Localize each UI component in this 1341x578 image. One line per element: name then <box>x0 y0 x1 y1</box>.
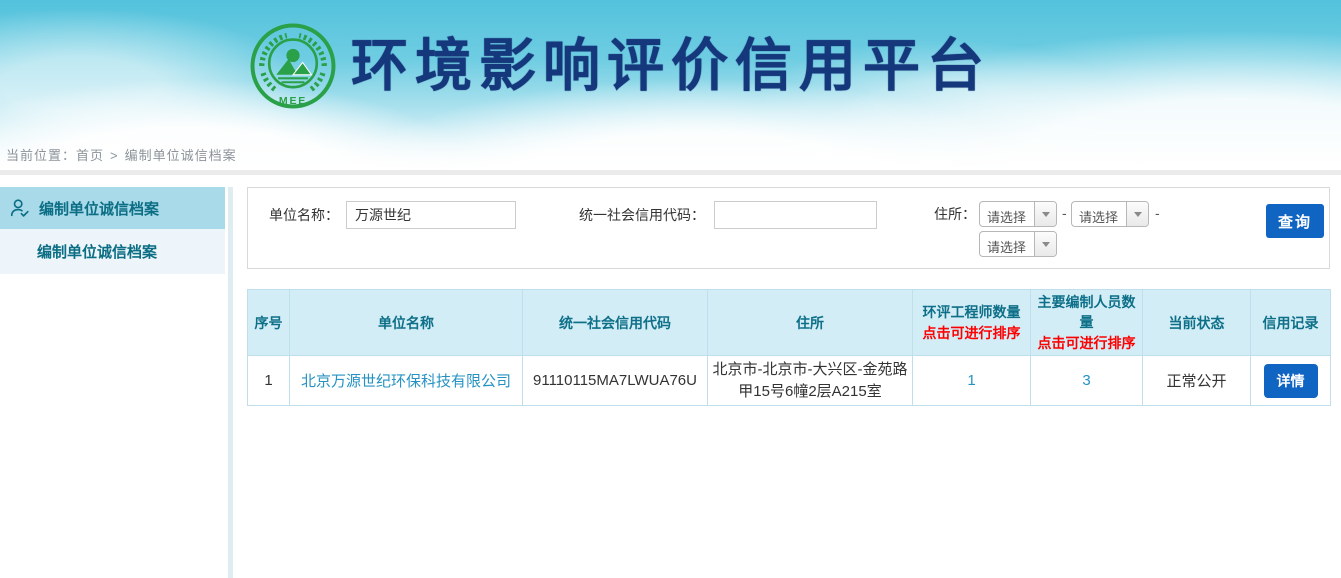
user-check-icon <box>9 197 31 219</box>
company-link[interactable]: 北京万源世纪环保科技有限公司 <box>301 373 511 390</box>
cell-index: 1 <box>248 356 290 406</box>
sidebar-subitem-archive[interactable]: 编制单位诚信档案 <box>0 229 225 274</box>
breadcrumb-label: 当前位置： <box>6 148 76 163</box>
content: 编制单位诚信档案 编制单位诚信档案 单位名称： 统一社会信用代码： 住所： 请选… <box>0 175 1341 578</box>
engineer-count-link[interactable]: 1 <box>967 372 975 389</box>
province-select[interactable]: 请选择 <box>979 201 1057 227</box>
cell-engineer-count: 1 <box>913 356 1031 406</box>
staff-count-link[interactable]: 3 <box>1082 372 1090 389</box>
breadcrumb: 当前位置：首页 > 编制单位诚信档案 <box>6 145 237 164</box>
district-select[interactable]: 请选择 <box>979 231 1057 257</box>
query-button[interactable]: 查询 <box>1266 204 1324 238</box>
cell-credit-code: 91110115MA7LWUA76U <box>523 356 708 406</box>
sidebar: 编制单位诚信档案 编制单位诚信档案 <box>0 187 225 578</box>
address-label: 住所： <box>934 200 976 228</box>
sidebar-divider <box>228 187 233 578</box>
cell-company: 北京万源世纪环保科技有限公司 <box>290 356 523 406</box>
col-header-staff-count[interactable]: 主要编制人员数量点击可进行排序 <box>1031 290 1143 356</box>
cell-status: 正常公开 <box>1143 356 1251 406</box>
city-select-value: 请选择 <box>1072 202 1126 226</box>
col-header-engineer-count[interactable]: 环评工程师数量点击可进行排序 <box>913 290 1031 356</box>
district-select-value: 请选择 <box>980 232 1034 256</box>
cell-credit-record: 详情 <box>1251 356 1331 406</box>
site-title: 环境影响评价信用平台 <box>351 22 991 110</box>
cell-staff-count: 3 <box>1031 356 1143 406</box>
credit-code-label: 统一社会信用代码： <box>579 201 705 229</box>
table-row: 1 北京万源世纪环保科技有限公司 91110115MA7LWUA76U 北京市-… <box>248 356 1331 406</box>
site-header: MEE 环境影响评价信用平台 当前位置：首页 > 编制单位诚信档案 <box>0 0 1341 170</box>
address-dash: - <box>1155 205 1160 221</box>
col-header-index: 序号 <box>248 290 290 356</box>
col-header-credit-code: 统一社会信用代码 <box>523 290 708 356</box>
sidebar-subitem-label: 编制单位诚信档案 <box>37 241 157 262</box>
chevron-down-icon[interactable] <box>1034 232 1056 256</box>
sidebar-item-archive[interactable]: 编制单位诚信档案 <box>0 187 225 229</box>
main-content: 单位名称： 统一社会信用代码： 住所： 请选择 - 请选择 - 请选择 查询 <box>247 187 1330 578</box>
table-header-row: 序号 单位名称 统一社会信用代码 住所 环评工程师数量点击可进行排序 主要编制人… <box>248 290 1331 356</box>
breadcrumb-current: 编制单位诚信档案 <box>125 148 237 163</box>
city-select[interactable]: 请选择 <box>1071 201 1149 227</box>
breadcrumb-home-link[interactable]: 首页 <box>76 148 104 163</box>
mee-logo-icon: MEE <box>249 22 337 110</box>
address-dash: - <box>1062 205 1067 221</box>
chevron-down-icon[interactable] <box>1126 202 1148 226</box>
sidebar-item-label: 编制单位诚信档案 <box>39 198 159 219</box>
unit-name-input[interactable] <box>346 201 516 229</box>
breadcrumb-separator: > <box>110 148 119 163</box>
chevron-down-icon[interactable] <box>1034 202 1056 226</box>
detail-button[interactable]: 详情 <box>1264 364 1318 398</box>
col-header-company: 单位名称 <box>290 290 523 356</box>
results-table: 序号 单位名称 统一社会信用代码 住所 环评工程师数量点击可进行排序 主要编制人… <box>247 289 1331 406</box>
cell-address: 北京市-北京市-大兴区-金苑路甲15号6幢2层A215室 <box>708 356 913 406</box>
brand: MEE 环境影响评价信用平台 <box>249 22 991 110</box>
unit-name-label: 单位名称： <box>269 201 339 229</box>
col-header-address: 住所 <box>708 290 913 356</box>
sort-hint[interactable]: 点击可进行排序 <box>1033 333 1140 353</box>
credit-code-input[interactable] <box>714 201 877 229</box>
mee-logo-text: MEE <box>279 95 307 107</box>
search-panel: 单位名称： 统一社会信用代码： 住所： 请选择 - 请选择 - 请选择 查询 <box>247 187 1330 269</box>
province-select-value: 请选择 <box>980 202 1034 226</box>
sort-hint[interactable]: 点击可进行排序 <box>915 323 1028 343</box>
col-header-credit-record: 信用记录 <box>1251 290 1331 356</box>
col-header-status: 当前状态 <box>1143 290 1251 356</box>
